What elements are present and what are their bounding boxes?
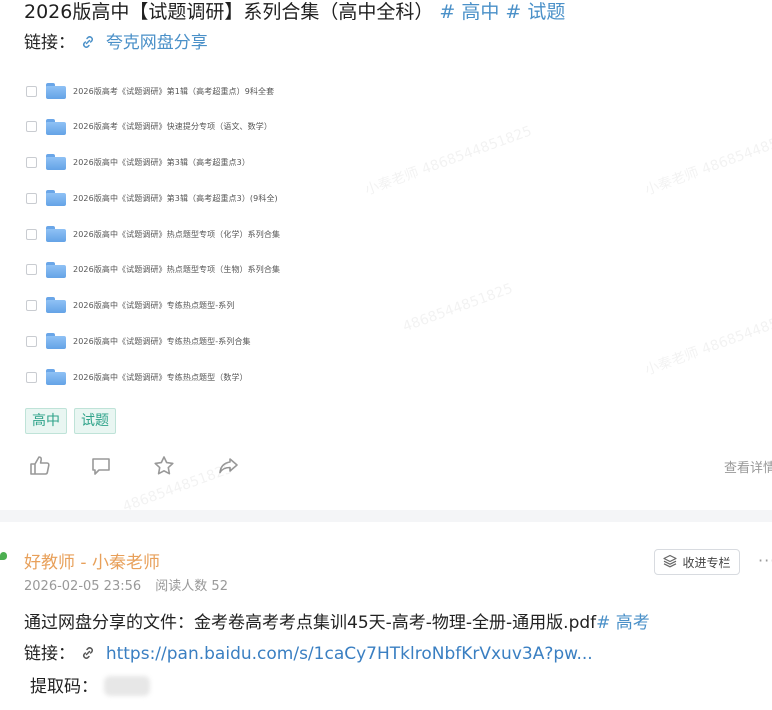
extract-code-label: 提取码： xyxy=(30,677,98,697)
collect-to-column-button[interactable]: 收进专栏 xyxy=(654,549,740,575)
file-checkbox[interactable] xyxy=(26,156,37,168)
collect-button-label: 收进专栏 xyxy=(682,555,731,570)
file-row[interactable]: 2026版高考《试题调研》快速提分专项（语文、数学） xyxy=(26,116,586,138)
file-row[interactable]: 2026版高中《试题调研》专练热点题型（数学） xyxy=(26,366,586,388)
star-icon[interactable] xyxy=(152,454,176,478)
quark-share-link[interactable]: 夸克网盘分享 xyxy=(106,33,208,53)
file-checkbox[interactable] xyxy=(26,264,37,275)
folder-icon xyxy=(46,83,66,99)
folder-icon xyxy=(46,261,66,278)
file-row[interactable]: 2026版高中《试题调研》热点题型专项（化学）系列合集 xyxy=(26,223,586,245)
post-text: 通过网盘分享的文件：金考卷高考考点集训45天-高考-物理-全册-通用版.pdf#… xyxy=(24,611,650,635)
file-checkbox[interactable] xyxy=(26,335,37,347)
post-date: 2026-02-05 23:56 xyxy=(24,579,142,594)
post-title-text: 2026版高中【试题调研】系列合集（高中全科） xyxy=(24,1,434,23)
blurred-code xyxy=(104,676,150,696)
view-detail-link[interactable]: 查看详情 xyxy=(724,457,772,476)
folder-icon xyxy=(46,369,66,385)
file-name: 2026版高中《试题调研》专练热点题型-系列合集 xyxy=(73,336,251,346)
baidu-link-row: 链接： https://pan.baidu.com/s/1caCy7HTklro… xyxy=(24,642,593,668)
tag-highschool[interactable]: 高中 xyxy=(25,408,67,434)
folder-icon xyxy=(46,190,66,206)
tag-exam[interactable]: 试题 xyxy=(74,408,116,434)
folder-icon xyxy=(46,154,66,170)
folder-icon xyxy=(46,297,66,313)
read-count: 阅读人数 52 xyxy=(155,579,228,594)
file-checkbox[interactable] xyxy=(26,192,37,204)
file-checkbox[interactable] xyxy=(26,121,37,132)
folder-icon xyxy=(46,226,66,242)
file-name: 2026版高中《试题调研》热点题型专项（化学）系列合集 xyxy=(73,229,281,239)
file-checkbox[interactable] xyxy=(26,371,37,383)
file-row[interactable]: 2026版高中《试题调研》专练热点题型-系列 xyxy=(26,294,586,316)
stack-icon xyxy=(663,554,678,571)
post-title: 2026版高中【试题调研】系列合集（高中全科） # 高中 # 试题 xyxy=(24,0,565,24)
action-bar xyxy=(28,454,278,480)
file-name: 2026版高考《试题调研》第1辑（高考超重点）9科全套 xyxy=(73,86,275,96)
hashtag-highschool[interactable]: # 高中 xyxy=(439,1,499,23)
file-row[interactable]: 2026版高中《试题调研》专练热点题型-系列合集 xyxy=(26,330,586,352)
hashtag-exam[interactable]: # 试题 xyxy=(505,1,565,23)
online-status-dot xyxy=(0,552,7,560)
file-name: 2026版高考《试题调研》快速提分专项（语文、数学） xyxy=(73,122,272,131)
file-checkbox[interactable] xyxy=(26,85,37,97)
baidu-share-url[interactable]: https://pan.baidu.com/s/1caCy7HTklroNbfK… xyxy=(106,644,593,664)
file-row[interactable]: 2026版高中《试题调研》热点题型专项（生物）系列合集 xyxy=(26,259,586,281)
file-name: 2026版高中《试题调研》第3辑（高考超重点3） xyxy=(73,157,250,167)
share-icon[interactable] xyxy=(216,454,240,478)
file-name: 2026版高中《试题调研》专练热点题型（数学） xyxy=(73,372,248,382)
more-options-icon[interactable]: ··· xyxy=(758,551,772,570)
post-body: 通过网盘分享的文件：金考卷高考考点集训45天-高考-物理-全册-通用版.pdf xyxy=(24,613,597,633)
share-link-row: 链接： 夸克网盘分享 xyxy=(24,31,208,57)
link-icon xyxy=(80,33,98,57)
file-name: 2026版高中《试题调研》专练热点题型-系列 xyxy=(73,300,235,310)
file-row[interactable]: 2026版高中《试题调研》第3辑（高考超重点3）(9科全) xyxy=(26,187,586,209)
file-checkbox[interactable] xyxy=(26,228,37,240)
comment-icon[interactable] xyxy=(89,454,113,478)
post-card-1: 2026版高中【试题调研】系列合集（高中全科） # 高中 # 试题 链接： 夸克… xyxy=(0,0,772,510)
folder-icon xyxy=(46,333,66,349)
link-label: 链接： xyxy=(24,644,75,664)
link-label: 链接： xyxy=(24,33,75,53)
file-checkbox[interactable] xyxy=(26,299,37,311)
file-row[interactable]: 2026版高考《试题调研》第1辑（高考超重点）9科全套 xyxy=(26,80,586,102)
post-meta: 2026-02-05 23:56 阅读人数 52 xyxy=(24,575,238,594)
hashtag-gaokao[interactable]: # 高考 xyxy=(596,613,650,633)
like-icon[interactable] xyxy=(28,454,52,478)
folder-icon xyxy=(46,118,66,135)
file-name: 2026版高中《试题调研》第3辑（高考超重点3）(9科全) xyxy=(73,193,278,203)
link-icon xyxy=(80,644,98,668)
file-name: 2026版高中《试题调研》热点题型专项（生物）系列合集 xyxy=(73,265,281,274)
file-row[interactable]: 2026版高中《试题调研》第3辑（高考超重点3） xyxy=(26,151,586,173)
author-name[interactable]: 好教师 - 小秦老师 xyxy=(24,548,160,573)
extract-code-row: 提取码： xyxy=(30,675,150,699)
